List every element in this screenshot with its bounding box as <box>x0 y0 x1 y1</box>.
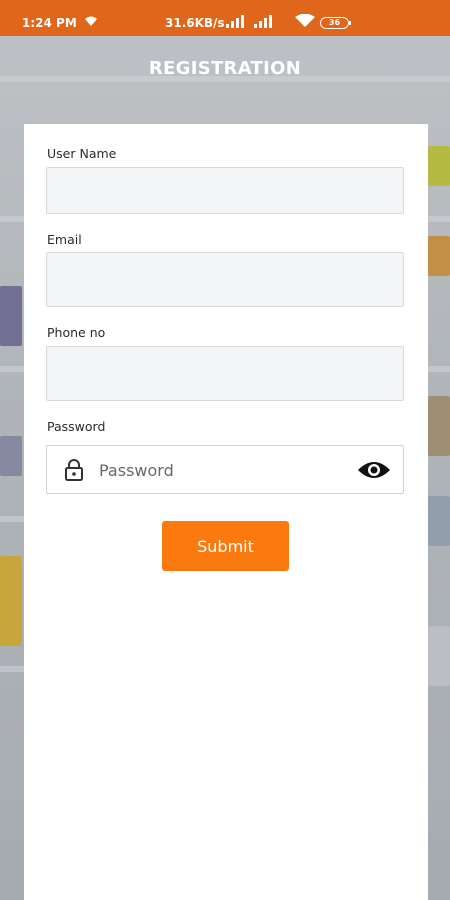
submit-button[interactable]: Submit <box>162 521 289 571</box>
registration-card: User Name Email Phone no Password Submit <box>24 124 428 900</box>
status-time: 1:24 PM <box>22 16 77 30</box>
phone-field[interactable] <box>46 346 404 401</box>
phone-label: Phone no <box>47 325 106 340</box>
password-input[interactable] <box>99 456 349 484</box>
status-bar: 1:24 PM 31.6KB/s 36 <box>0 0 450 36</box>
username-field[interactable] <box>46 167 404 214</box>
network-speed: 31.6KB/s <box>165 16 225 30</box>
battery-level: 36 <box>328 18 341 27</box>
page-title: REGISTRATION <box>148 58 302 79</box>
battery-icon: 36 <box>320 17 349 29</box>
battery-nub <box>349 21 351 25</box>
signal-icon-2 <box>254 15 272 28</box>
wifi-icon <box>85 16 97 26</box>
email-field[interactable] <box>46 252 404 307</box>
email-label: Email <box>47 232 82 247</box>
password-label: Password <box>47 419 106 434</box>
password-field[interactable] <box>46 445 404 494</box>
eye-icon[interactable] <box>357 460 391 480</box>
signal-icon <box>226 15 244 28</box>
lock-icon <box>65 459 83 481</box>
wifi-full-icon <box>295 14 315 27</box>
username-label: User Name <box>47 146 117 161</box>
